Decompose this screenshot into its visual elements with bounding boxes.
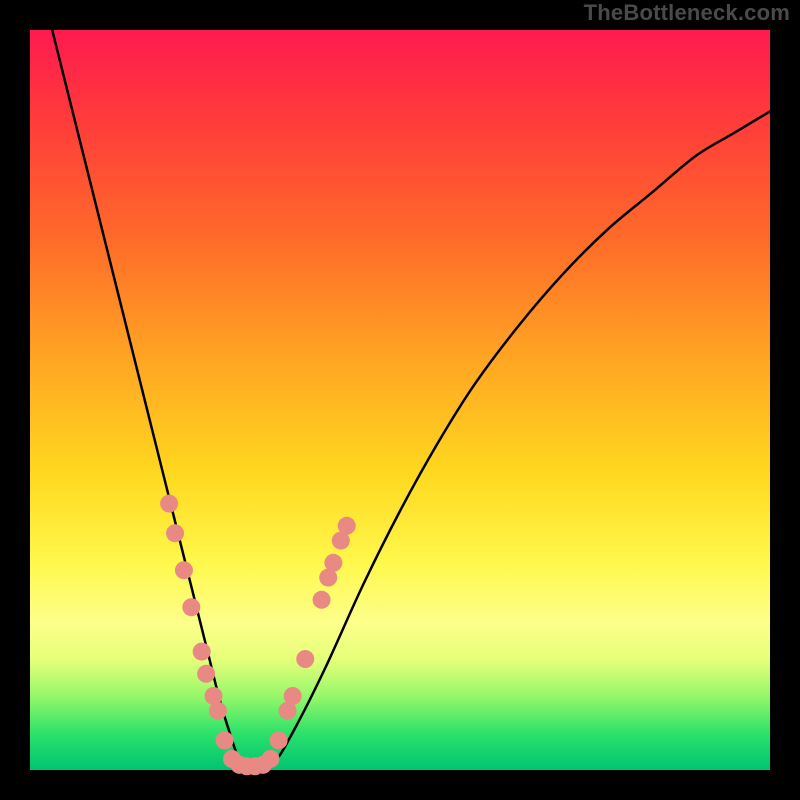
data-point-marker: [160, 495, 178, 513]
data-point-marker: [296, 650, 314, 668]
data-point-marker: [324, 554, 342, 572]
data-point-marker: [262, 750, 280, 768]
watermark-text: TheBottleneck.com: [584, 0, 790, 26]
data-point-marker: [216, 731, 234, 749]
data-point-marker: [197, 665, 215, 683]
data-point-marker: [193, 643, 211, 661]
data-point-marker: [175, 561, 193, 579]
bottleneck-curve: [30, 30, 770, 770]
data-point-marker: [166, 524, 184, 542]
chart-frame: TheBottleneck.com: [0, 0, 800, 800]
data-point-marker: [284, 687, 302, 705]
data-point-marker: [182, 598, 200, 616]
plot-area: [30, 30, 770, 770]
data-point-marker: [270, 731, 288, 749]
data-point-marker: [313, 591, 331, 609]
data-point-marker: [209, 702, 227, 720]
data-point-marker: [338, 517, 356, 535]
